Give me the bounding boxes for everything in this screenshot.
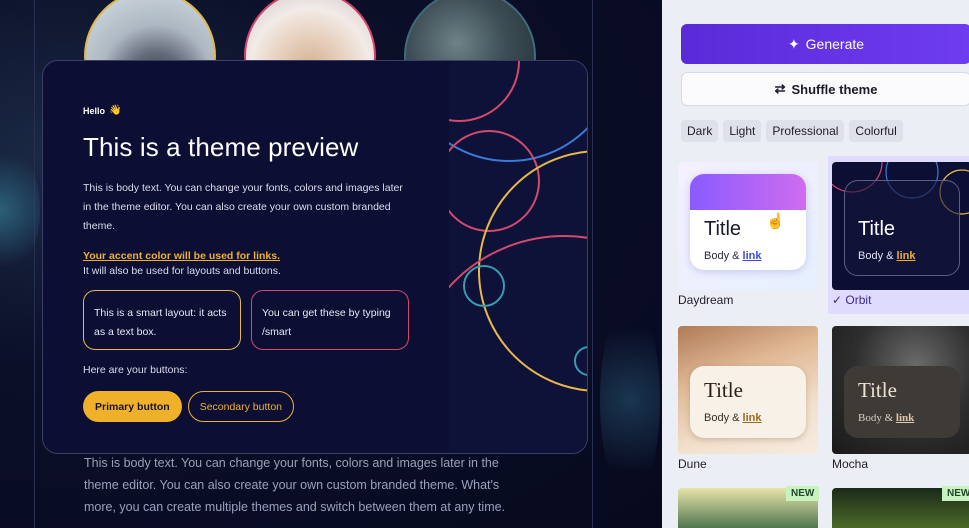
layout-note: It will also be used for layouts and but… xyxy=(83,265,281,277)
smart-layout-row: This is a smart layout: it acts as a tex… xyxy=(83,290,423,350)
theme-card-orbit[interactable]: Title Body & link xyxy=(832,162,969,290)
orbit-circles-graphic xyxy=(449,61,587,392)
thumb-link: link xyxy=(742,412,762,424)
thumb-link: link xyxy=(896,250,916,262)
thumb-link: link xyxy=(895,412,915,424)
check-icon: ✓ xyxy=(832,293,843,307)
theme-card-mocha[interactable]: Title Body & link xyxy=(832,326,969,454)
shuffle-theme-button[interactable]: ⇄ Shuffle theme xyxy=(681,72,969,106)
generate-label: Generate xyxy=(805,36,865,52)
greeting-text: Hello xyxy=(83,105,106,116)
generate-button[interactable]: ✦ Generate xyxy=(681,24,969,64)
wave-icon: 👋 xyxy=(109,105,122,116)
buttons-label: Here are your buttons: xyxy=(83,364,188,376)
filter-chip-dark[interactable]: Dark xyxy=(681,120,719,142)
preview-title: This is a theme preview xyxy=(83,132,359,162)
thumb-body: Body & link xyxy=(858,250,916,262)
theme-filter-chips: Dark Light Professional Colorful xyxy=(681,120,903,142)
thumb-body: Body & link xyxy=(704,250,762,262)
thumb-title: Title xyxy=(858,218,896,240)
filter-chip-light[interactable]: Light xyxy=(723,120,762,142)
new-badge: NEW xyxy=(786,486,820,501)
preview-content: Hello 👋 This is a theme preview This is … xyxy=(83,105,423,422)
greeting: Hello 👋 xyxy=(83,105,423,116)
orbit-art-panel xyxy=(449,61,587,453)
background-glow xyxy=(600,300,660,500)
preview-body-text: This is body text. You can change your f… xyxy=(83,182,403,232)
thumb-link: link xyxy=(742,250,762,262)
shuffle-icon: ⇄ xyxy=(774,81,786,96)
theme-name-daydream: Daydream xyxy=(678,293,734,307)
theme-name-mocha: Mocha xyxy=(832,457,869,471)
theme-name-orbit: ✓ Orbit xyxy=(832,293,872,307)
theme-preview-canvas: Hello 👋 This is a theme preview This is … xyxy=(0,0,662,528)
smart-layout-box[interactable]: You can get these by typing /smart xyxy=(251,290,409,350)
theme-card-daydream[interactable]: Title Body & link ☝ xyxy=(678,162,818,290)
thumb-body: Body & link xyxy=(858,412,915,424)
theme-name-dune: Dune xyxy=(678,457,707,471)
primary-button[interactable]: Primary button xyxy=(83,391,182,422)
thumb-title: Title xyxy=(704,218,742,240)
sparkle-icon: ✦ xyxy=(787,35,800,52)
theme-preview-card: Hello 👋 This is a theme preview This is … xyxy=(42,60,588,454)
filter-chip-colorful[interactable]: Colorful xyxy=(849,120,903,142)
theme-card-dune[interactable]: Title Body & link xyxy=(678,326,818,454)
guide-line xyxy=(592,0,593,528)
gradient-banner xyxy=(690,174,806,210)
new-badge: NEW xyxy=(942,486,969,501)
filter-chip-professional[interactable]: Professional xyxy=(766,120,845,142)
theme-picker-panel: ✦ Generate ⇄ Shuffle theme Dark Light Pr… xyxy=(662,0,969,528)
thumb-title: Title xyxy=(704,378,743,402)
button-row: Primary button Secondary button xyxy=(83,391,423,422)
canvas-body-text: This is body text. You can change your f… xyxy=(84,456,506,514)
guide-line xyxy=(34,0,35,528)
secondary-button[interactable]: Secondary button xyxy=(187,391,294,422)
thumb-title: Title xyxy=(858,378,897,402)
hand-cursor-icon: ☝ xyxy=(766,213,785,230)
thumb-body: Body & link xyxy=(704,412,762,424)
smart-layout-box[interactable]: This is a smart layout: it acts as a tex… xyxy=(83,290,241,350)
accent-link[interactable]: Your accent color will be used for links… xyxy=(83,250,423,262)
shuffle-label: Shuffle theme xyxy=(791,81,878,97)
